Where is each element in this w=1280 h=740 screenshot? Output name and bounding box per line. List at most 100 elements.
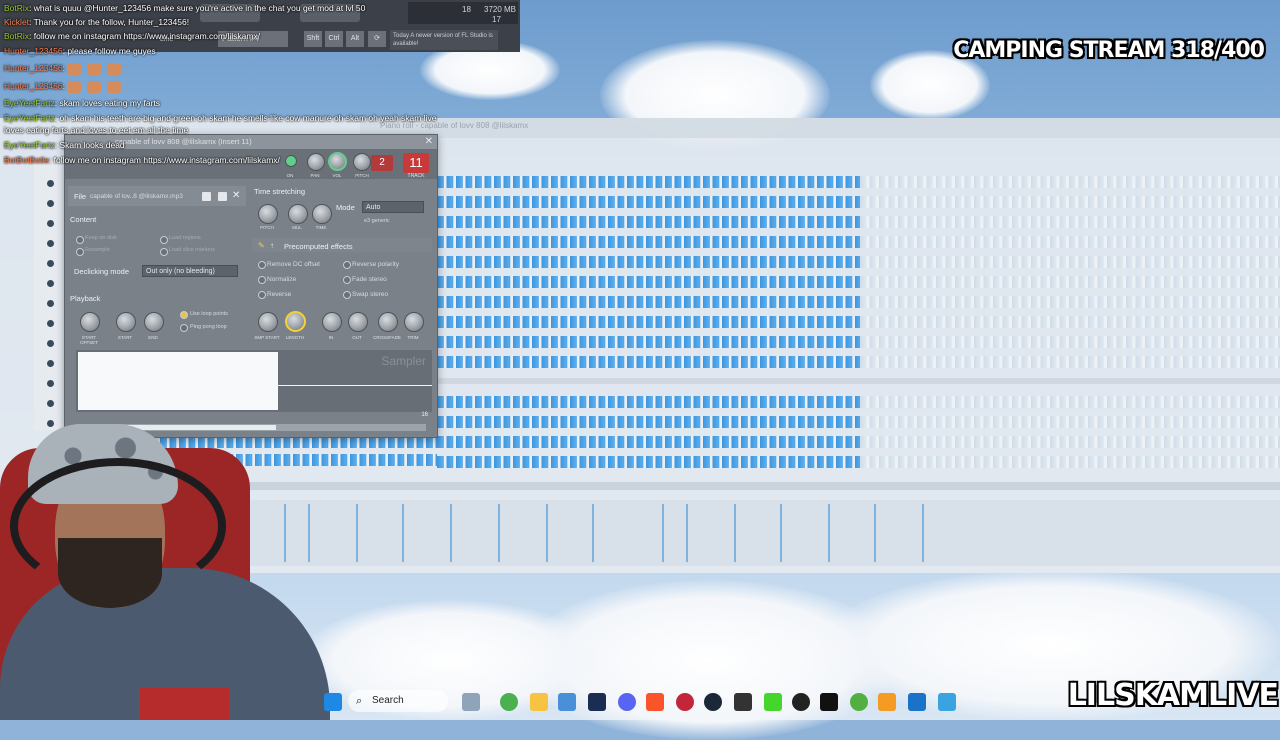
note-row[interactable]	[437, 176, 1280, 188]
declicking-select[interactable]: Out only (no bleeding)	[142, 265, 238, 277]
file-name[interactable]: capable of lov..8 @lilskamx.mp3	[90, 193, 183, 200]
velocity-bar[interactable]	[686, 504, 688, 562]
channel-on-led[interactable]	[285, 155, 297, 167]
pitch-knob[interactable]	[353, 153, 371, 171]
note-row[interactable]	[437, 236, 1280, 248]
taskbar-search[interactable]: ⌕ Search	[348, 690, 448, 712]
update-notification[interactable]: Today A newer version of FL Studio is av…	[390, 30, 498, 50]
key-marker	[47, 360, 54, 367]
file-explorer-icon[interactable]	[530, 693, 548, 711]
steam-icon[interactable]	[704, 693, 722, 711]
velocity-bar[interactable]	[402, 504, 404, 562]
note-row[interactable]	[437, 356, 1280, 368]
note-row[interactable]	[437, 196, 1280, 208]
wrench-icon[interactable]: ✎	[258, 241, 265, 250]
store-icon[interactable]	[558, 693, 576, 711]
shift-button[interactable]: Shft	[304, 31, 322, 47]
note-row[interactable]	[437, 216, 1280, 228]
trim-knob[interactable]	[404, 312, 424, 332]
velocity-bar[interactable]	[662, 504, 664, 562]
velocity-bar[interactable]	[828, 504, 830, 562]
velocity-bar[interactable]	[450, 504, 452, 562]
reverse-radio[interactable]	[258, 291, 266, 299]
note-row[interactable]	[437, 436, 1280, 448]
photoshop-icon[interactable]	[588, 693, 606, 711]
ts-mul-knob[interactable]	[288, 204, 308, 224]
app-blue-icon[interactable]	[908, 693, 926, 711]
fade-stereo-radio[interactable]	[343, 276, 351, 284]
velocity-bar[interactable]	[780, 504, 782, 562]
mixer-track-box[interactable]: 11	[403, 153, 429, 173]
mode-label: Mode	[336, 203, 355, 212]
pan-knob[interactable]	[307, 153, 325, 171]
fl-studio-icon[interactable]	[878, 693, 896, 711]
app-icon[interactable]	[734, 693, 752, 711]
end-knob[interactable]	[144, 312, 164, 332]
capcut-icon[interactable]	[820, 693, 838, 711]
note-row[interactable]	[437, 416, 1280, 428]
start-offset-knob[interactable]	[80, 312, 100, 332]
in-knob[interactable]	[322, 312, 342, 332]
note-row[interactable]	[437, 456, 1280, 468]
ghost-notes	[860, 356, 1280, 368]
velocity-bar[interactable]	[356, 504, 358, 562]
normalize-radio[interactable]	[258, 276, 266, 284]
save-icon[interactable]	[218, 192, 227, 201]
out-knob[interactable]	[348, 312, 368, 332]
use-loop-points-radio[interactable]	[180, 311, 188, 319]
channel-number-box[interactable]: 2	[371, 155, 393, 171]
note-row[interactable]	[437, 336, 1280, 348]
opera-gx-icon[interactable]	[676, 693, 694, 711]
ping-pong-loop-radio[interactable]	[180, 324, 188, 332]
resample-radio[interactable]	[76, 248, 84, 256]
note-grid[interactable]	[437, 172, 1280, 472]
volume-knob[interactable]	[328, 152, 347, 171]
close-icon[interactable]: ✕	[425, 136, 433, 148]
browser-icon[interactable]: ⟳	[368, 31, 386, 47]
windows-start-icon[interactable]	[324, 693, 342, 711]
remove-icon[interactable]: ✕	[232, 190, 240, 201]
keep-on-disk-radio[interactable]	[76, 236, 84, 244]
length-knob[interactable]	[285, 311, 306, 332]
folder-icon[interactable]	[202, 192, 211, 201]
velocity-bar[interactable]	[592, 504, 594, 562]
velocity-bar[interactable]	[874, 504, 876, 562]
note-row[interactable]	[437, 256, 1280, 268]
chat-username: BotRix	[4, 3, 30, 13]
start-knob[interactable]	[116, 312, 136, 332]
note-row[interactable]	[437, 276, 1280, 288]
note-row[interactable]	[437, 316, 1280, 328]
notepad-icon[interactable]	[938, 693, 956, 711]
mode-select[interactable]: Auto	[362, 201, 424, 213]
velocity-bar[interactable]	[546, 504, 548, 562]
widgets-icon[interactable]	[462, 693, 480, 711]
piano-roll-keyboard[interactable]	[34, 160, 62, 430]
discord-icon[interactable]	[618, 693, 636, 711]
app-4k-icon[interactable]	[792, 693, 810, 711]
brave-icon[interactable]	[646, 693, 664, 711]
arrow-up-icon[interactable]: ↑	[270, 241, 274, 250]
ts-pitch-knob[interactable]	[258, 204, 278, 224]
velocity-bar[interactable]	[734, 504, 736, 562]
chrome-icon[interactable]	[500, 693, 518, 711]
crossfade-knob[interactable]	[378, 312, 398, 332]
alt-button[interactable]: Alt	[346, 31, 364, 47]
ts-time-knob[interactable]	[312, 204, 332, 224]
swap-stereo-radio[interactable]	[343, 291, 351, 299]
sample-start-knob[interactable]	[258, 312, 278, 332]
key-marker	[47, 300, 54, 307]
note-row[interactable]	[437, 296, 1280, 308]
velocity-bar[interactable]	[498, 504, 500, 562]
note-row[interactable]	[437, 396, 1280, 408]
waveform-display[interactable]: Sampler	[76, 350, 432, 412]
key-marker	[47, 320, 54, 327]
xbox-icon[interactable]	[850, 693, 868, 711]
key-marker	[47, 180, 54, 187]
reverse-polarity-radio[interactable]	[343, 261, 351, 269]
velocity-bar[interactable]	[922, 504, 924, 562]
razer-icon[interactable]	[764, 693, 782, 711]
ctrl-button[interactable]: Ctrl	[325, 31, 343, 47]
remove-dc-radio[interactable]	[258, 261, 266, 269]
load-slice-markers-radio[interactable]	[160, 248, 168, 256]
load-regions-radio[interactable]	[160, 236, 168, 244]
